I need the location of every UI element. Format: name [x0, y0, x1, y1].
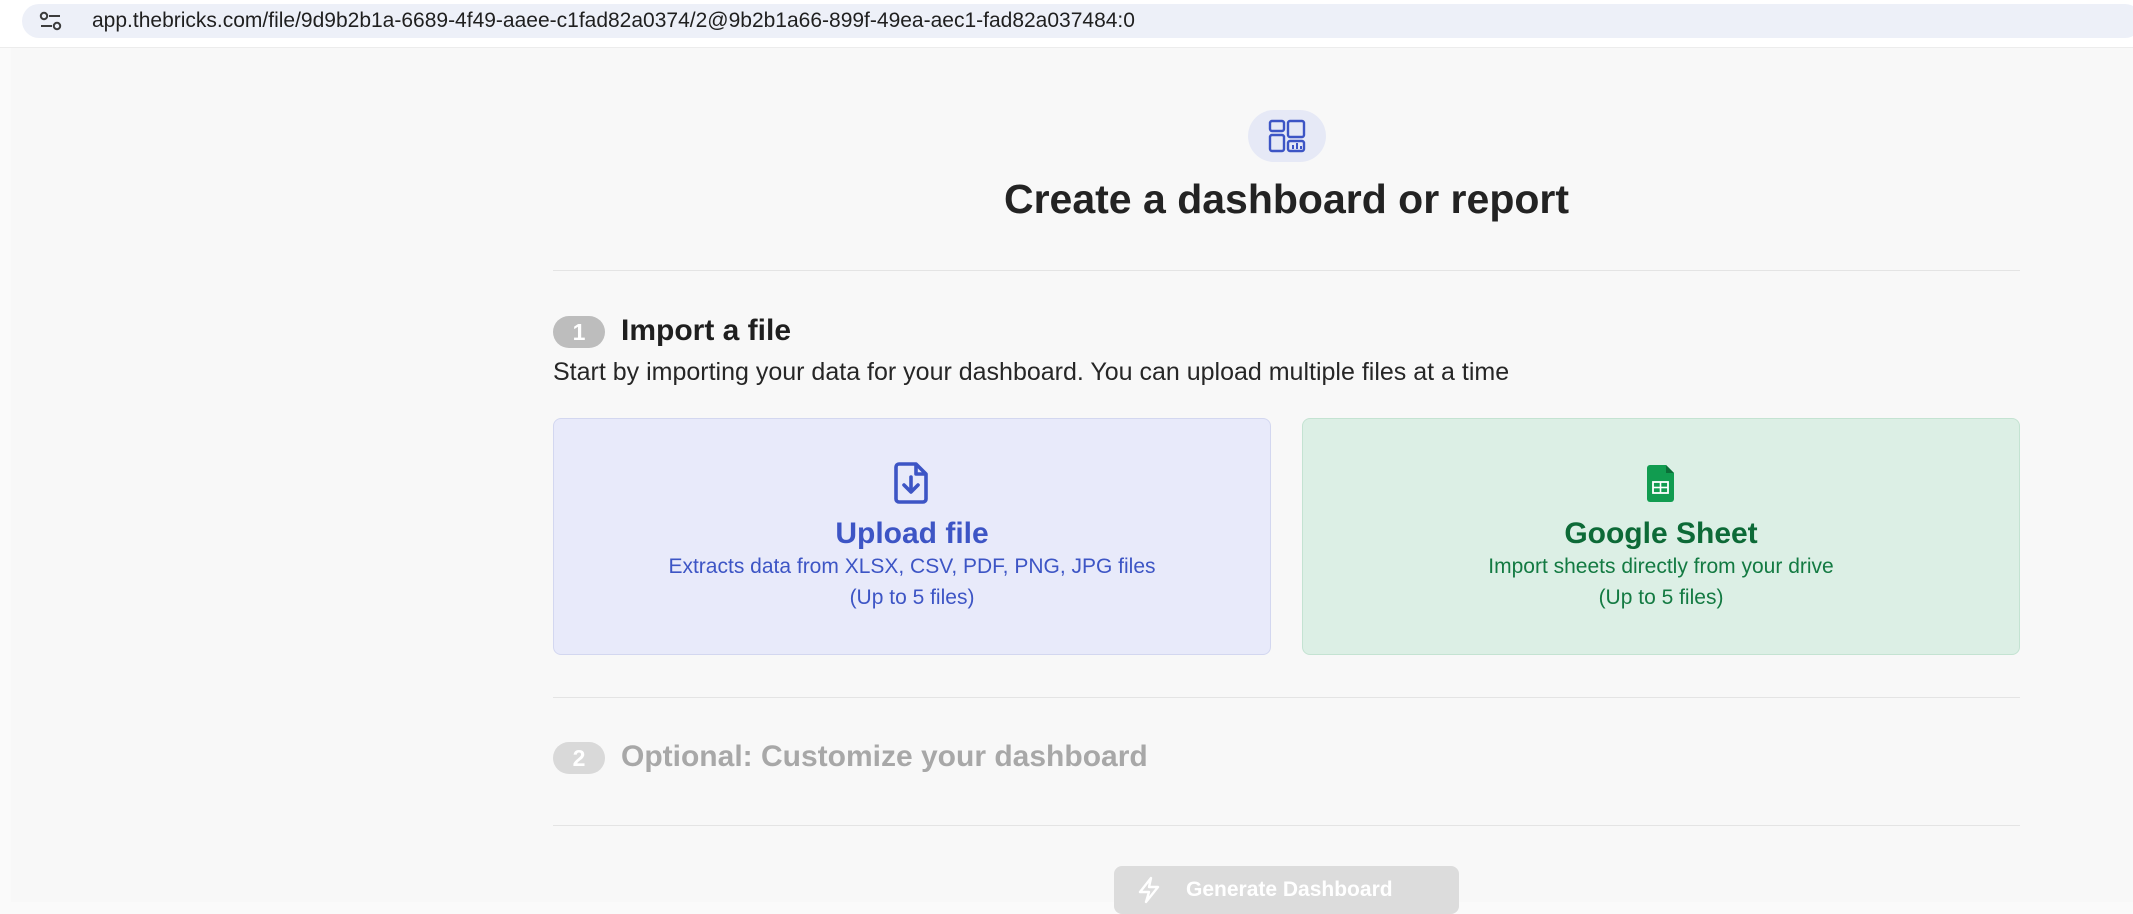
page-title: Create a dashboard or report: [1003, 176, 1570, 222]
google-sheets-icon: [1638, 461, 1684, 505]
google-sheet-title: Google Sheet: [1564, 517, 1758, 550]
google-sheet-subtitle: Import sheets directly from your drive: [1488, 555, 1834, 578]
step-1-description: Start by importing your data for your da…: [553, 358, 1510, 386]
google-sheet-card[interactable]: Google Sheet Import sheets directly from…: [1302, 418, 2020, 655]
bolt-icon: [1134, 876, 1164, 910]
upload-file-subtitle: Extracts data from XLSX, CSV, PDF, PNG, …: [668, 555, 1156, 578]
step-1-badge: 1: [553, 316, 605, 348]
generate-dashboard-label: Generate Dashboard: [1186, 878, 1393, 901]
divider: [553, 697, 2020, 698]
browser-address-bar: app.thebricks.com/file/9d9b2b1a-6689-4f4…: [0, 0, 2133, 48]
divider: [553, 825, 2020, 826]
upload-file-limit: (Up to 5 files): [849, 586, 975, 609]
dashboard-icon: [1248, 110, 1326, 162]
file-download-icon: [889, 461, 935, 505]
upload-file-card[interactable]: Upload file Extracts data from XLSX, CSV…: [553, 418, 1271, 655]
omnibox[interactable]: app.thebricks.com/file/9d9b2b1a-6689-4f4…: [22, 4, 2133, 38]
google-sheet-limit: (Up to 5 files): [1598, 586, 1724, 609]
generate-dashboard-button[interactable]: Generate Dashboard: [1114, 866, 1459, 914]
step-2-badge: 2: [553, 742, 605, 774]
upload-file-title: Upload file: [835, 517, 989, 550]
step-2-title[interactable]: Optional: Customize your dashboard: [621, 740, 1148, 774]
divider: [553, 270, 2020, 271]
tune-icon[interactable]: [38, 10, 64, 32]
url-text[interactable]: app.thebricks.com/file/9d9b2b1a-6689-4f4…: [92, 10, 1135, 32]
step-1-title: Import a file: [621, 314, 792, 347]
